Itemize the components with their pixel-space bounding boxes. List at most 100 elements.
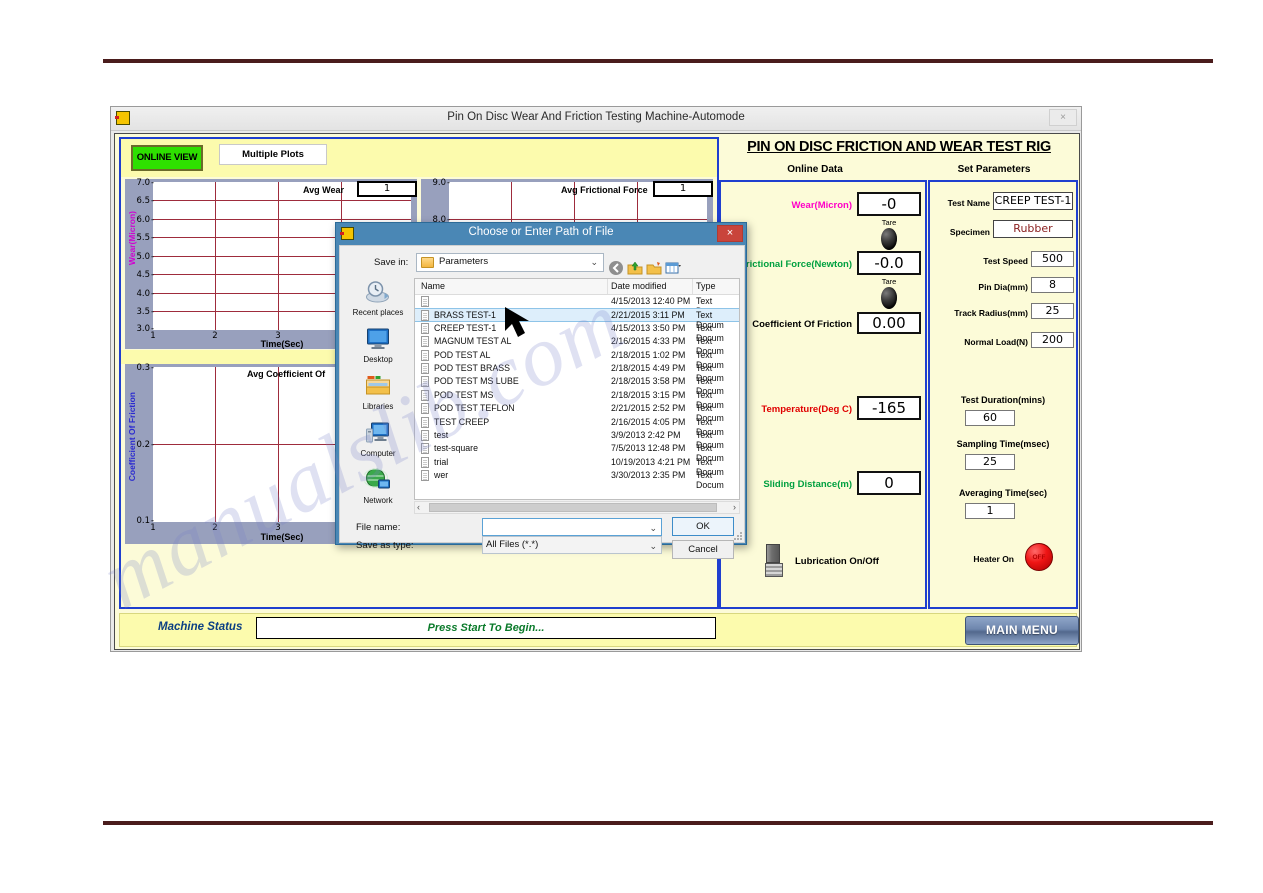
wear-ytick: 5.5 — [136, 233, 153, 243]
file-list-item[interactable]: test-square 7/5/2013 12:48 PM Text Docum — [415, 442, 739, 463]
file-list-item[interactable]: MAGNUM TEST AL 2/16/2015 4:33 PM Text Docu… — [415, 335, 739, 356]
wear-ytick: 6.5 — [136, 196, 153, 206]
file-list-item[interactable]: POD TEST TEFLON 2/21/2015 2:52 PM Text Doc… — [415, 402, 739, 423]
save-in-combo[interactable]: Parameters ⌄ — [416, 253, 604, 272]
wear-tare-label: Tare — [881, 218, 897, 227]
pin-dia-value[interactable]: 8 — [1031, 277, 1074, 293]
file-date-modified: 2/21/2015 3:11 PM — [611, 310, 685, 321]
specimen-value[interactable]: Rubber — [993, 220, 1073, 238]
column-type[interactable]: Type — [696, 281, 716, 291]
heater-on-label: Heater On — [973, 554, 1014, 564]
frictional-force-tare-label: Tare — [881, 277, 897, 286]
place-libraries[interactable]: Libraries — [344, 372, 412, 417]
file-name-label: File name: — [356, 522, 401, 533]
scroll-right-icon[interactable]: › — [733, 502, 736, 512]
avg-frictional-force-value[interactable]: 1 — [653, 181, 713, 197]
wear-ytick: 7.0 — [136, 178, 153, 188]
text-document-icon — [421, 443, 429, 455]
frictional-force-tare-knob[interactable] — [881, 287, 897, 309]
column-name[interactable]: Name — [421, 281, 445, 291]
file-date-modified: 4/15/2013 3:50 PM — [611, 322, 686, 333]
file-list[interactable]: Name Date modified Type 4/15/2013 12:40 … — [414, 278, 740, 500]
place-recent-places[interactable]: Recent places — [344, 278, 412, 323]
wear-ytick: 5.0 — [136, 252, 153, 262]
avg-wear-value[interactable]: 1 — [357, 181, 417, 197]
wear-ytick: 3.5 — [136, 307, 153, 317]
heater-led-indicator[interactable]: OFF — [1025, 543, 1053, 571]
views-icon[interactable] — [665, 260, 681, 276]
file-name-input[interactable]: ⌄ — [482, 518, 662, 536]
back-icon[interactable] — [608, 260, 624, 276]
text-document-icon — [421, 322, 429, 334]
text-document-icon — [421, 389, 429, 401]
file-date-modified: 3/9/2013 2:42 PM — [611, 429, 681, 440]
file-date-modified: 4/15/2013 12:40 PM — [611, 296, 691, 306]
test-speed-label: Test Speed — [983, 256, 1028, 266]
file-date-modified: 3/30/2013 2:35 PM — [611, 470, 686, 481]
page-root: manualslib.com Pin On Disc Wear And Fric… — [0, 0, 1263, 893]
file-list-item[interactable]: CREEP TEST-1 4/15/2013 3:50 PM Text Docum — [415, 322, 739, 343]
window-close-button[interactable]: × — [1049, 109, 1077, 126]
place-network[interactable]: Network — [344, 466, 412, 511]
save-as-type-combo[interactable]: All Files (*.*) ⌄ — [482, 536, 662, 554]
normal-load-label: Normal Load(N) — [964, 337, 1028, 347]
online-view-button[interactable]: ONLINE VIEW — [131, 145, 203, 171]
scrollbar-thumb[interactable] — [429, 503, 717, 512]
chevron-down-icon[interactable]: ⌄ — [649, 538, 657, 554]
ff-ytick: 9.0 — [432, 178, 449, 188]
file-dialog-body: Save in: Parameters ⌄ Recent places Desk… — [339, 245, 745, 559]
test-name-value[interactable]: CREEP TEST-1 — [993, 192, 1073, 210]
wear-y-axis-label: Wear(Micron) — [127, 211, 137, 266]
file-list-horizontal-scrollbar[interactable]: ‹ › — [414, 501, 740, 514]
file-list-item[interactable]: POD TEST BRASS 2/18/2015 4:49 PM Text Docu… — [415, 362, 739, 383]
test-duration-value[interactable]: 60 — [965, 410, 1015, 426]
normal-load-value[interactable]: 200 — [1031, 332, 1074, 348]
file-list-item[interactable]: BRASS TEST-1 2/21/2015 3:11 PM Text Docum — [415, 308, 739, 330]
lubrication-switch[interactable] — [765, 544, 783, 578]
ok-button[interactable]: OK — [672, 517, 734, 536]
specimen-label: Specimen — [949, 227, 990, 237]
wear-ytick: 3.0 — [136, 324, 153, 334]
save-in-value: Parameters — [439, 256, 489, 267]
file-name: test-square — [434, 443, 479, 454]
cof-y-axis-label: Coefficient Of Friction — [127, 392, 137, 482]
track-radius-value[interactable]: 25 — [1031, 303, 1074, 319]
file-list-item[interactable]: POD TEST AL 2/18/2015 1:02 PM Text Docum — [415, 349, 739, 370]
file-list-item[interactable]: trial 10/19/2013 4:21 PM Text Docum — [415, 456, 739, 477]
sampling-time-value[interactable]: 25 — [965, 454, 1015, 470]
file-date-modified: 2/16/2015 4:05 PM — [611, 416, 686, 427]
chevron-down-icon[interactable]: ⌄ — [649, 520, 657, 536]
file-date-modified: 10/19/2013 4:21 PM — [611, 456, 691, 467]
file-date-modified: 2/18/2015 3:58 PM — [611, 376, 686, 387]
test-speed-value[interactable]: 500 — [1031, 251, 1074, 267]
file-list-item[interactable]: POD TEST MS 2/18/2015 3:15 PM Text Docum — [415, 389, 739, 410]
up-folder-icon[interactable] — [627, 260, 643, 276]
main-menu-button[interactable]: MAIN MENU — [965, 616, 1079, 645]
tab-multiple-plots[interactable]: Multiple Plots — [219, 144, 327, 165]
file-list-item[interactable]: POD TEST MS LUBE 2/18/2015 3:58 PM Text Do… — [415, 375, 739, 396]
libraries-icon — [365, 373, 392, 399]
resize-grip[interactable] — [733, 532, 742, 541]
file-name: POD TEST TEFLON — [434, 403, 515, 414]
file-list-item[interactable]: TEST CREEP 2/16/2015 4:05 PM Text Docum — [415, 416, 739, 437]
wear-micron-label: Wear(Micron) — [791, 200, 852, 211]
column-date-modified[interactable]: Date modified — [611, 281, 667, 291]
place-label: Recent places — [352, 308, 404, 317]
frictional-force-value: -0.0 — [857, 251, 921, 275]
set-parameters-panel: Test Name CREEP TEST-1 Specimen Rubber T… — [928, 180, 1078, 609]
close-icon[interactable]: × — [717, 225, 743, 242]
wear-tare-knob[interactable] — [881, 228, 897, 250]
file-list-item[interactable]: 4/15/2013 12:40 PMText Docum — [415, 295, 739, 316]
file-name: trial — [434, 456, 449, 467]
new-folder-icon[interactable] — [646, 260, 662, 276]
file-dialog-titlebar: Choose or Enter Path of File × — [336, 223, 746, 245]
averaging-time-value[interactable]: 1 — [965, 503, 1015, 519]
online-data-header: Online Data — [787, 164, 843, 175]
place-computer[interactable]: Computer — [344, 419, 412, 464]
file-name: BRASS TEST-1 — [434, 310, 496, 321]
file-list-item[interactable]: test 3/9/2013 2:42 PM Text Docum — [415, 429, 739, 450]
file-list-item[interactable]: wer 3/30/2013 2:35 PM Text Docum — [415, 469, 739, 490]
scroll-left-icon[interactable]: ‹ — [417, 502, 420, 512]
cancel-button[interactable]: Cancel — [672, 540, 734, 559]
place-desktop[interactable]: Desktop — [344, 325, 412, 370]
